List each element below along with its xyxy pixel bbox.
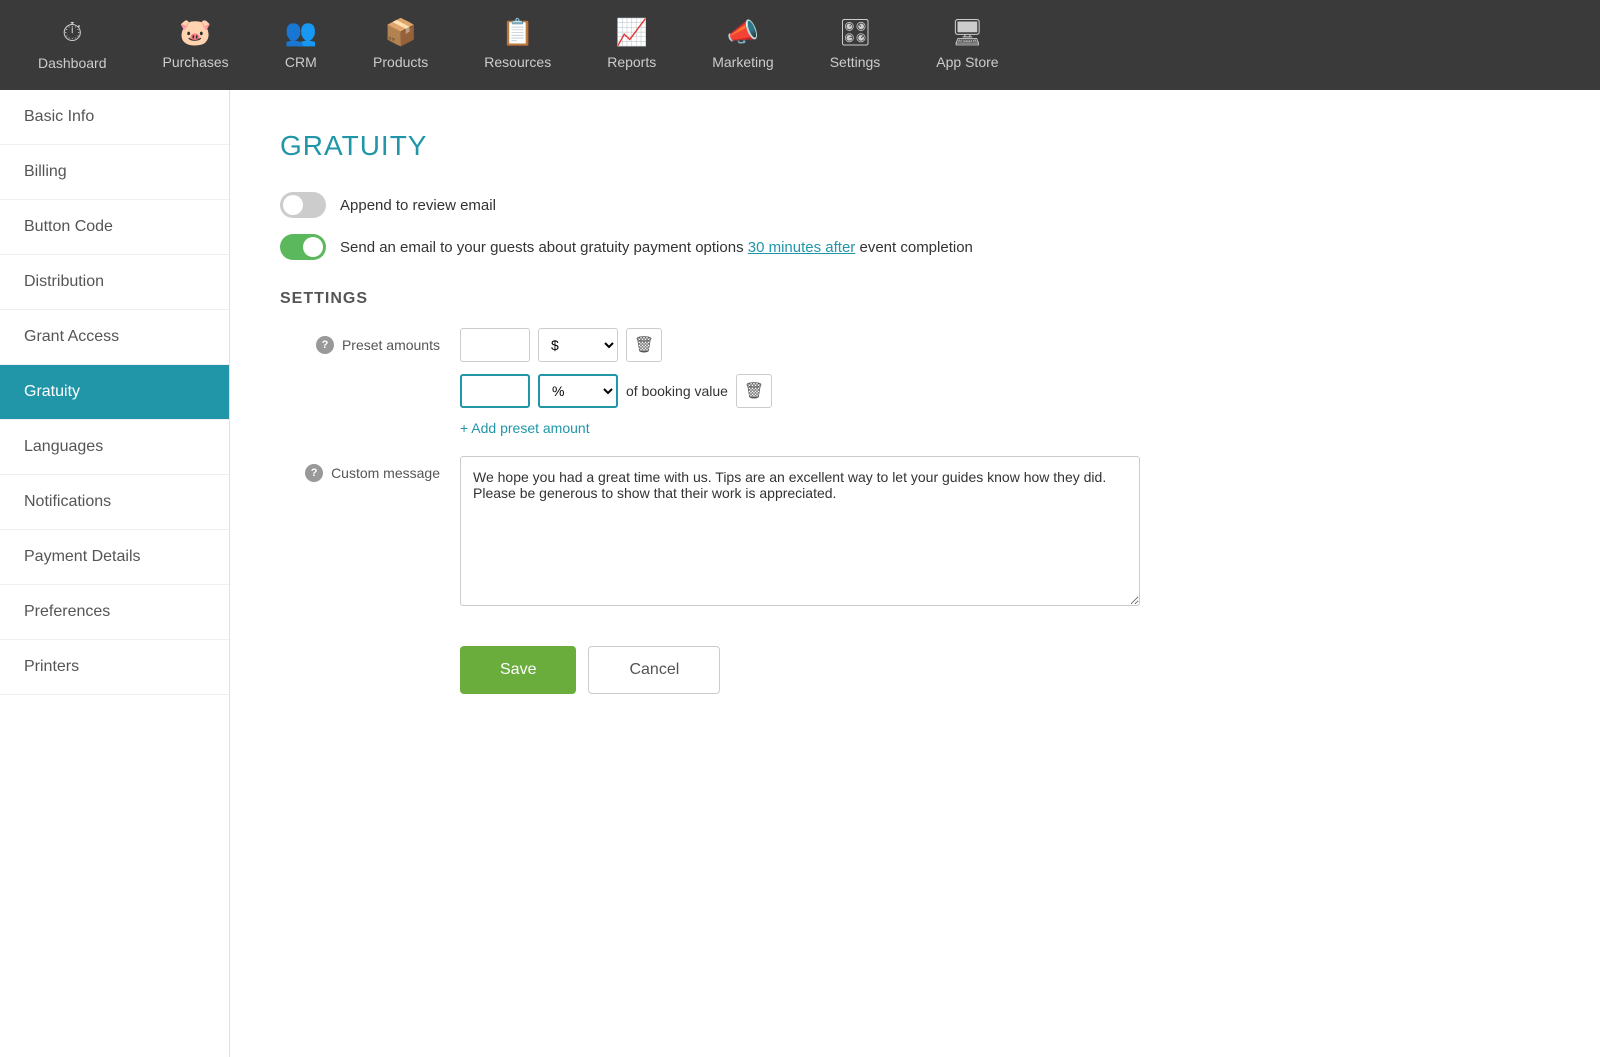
nav-label-appstore: App Store	[936, 54, 998, 70]
nav-label-crm: CRM	[285, 54, 317, 70]
nav-item-resources[interactable]: 📋 Resources	[456, 0, 579, 90]
nav-item-appstore[interactable]: 🖥 App Store	[908, 0, 1026, 90]
append-review-slider	[280, 192, 326, 218]
custom-message-textarea[interactable]	[460, 456, 1140, 606]
gratuity-label-before: Send an email to your guests about gratu…	[340, 239, 748, 256]
nav-item-dashboard[interactable]: ⏱ Dashboard	[10, 0, 135, 90]
nav-icon-settings: 🎛	[838, 17, 871, 48]
preset-row-1: $ % 🗑	[460, 328, 772, 362]
nav-label-dashboard: Dashboard	[38, 55, 107, 71]
gratuity-email-toggle[interactable]	[280, 234, 326, 260]
preset-row-2: $ % of booking value 🗑	[460, 374, 772, 408]
preset-select-1[interactable]: $ %	[538, 328, 618, 362]
nav-label-products: Products	[373, 54, 428, 70]
nav-icon-resources: 📋	[502, 17, 534, 48]
gratuity-label-after: event completion	[859, 239, 972, 256]
nav-icon-reports: 📈	[616, 17, 648, 48]
sidebar-item-distribution[interactable]: Distribution	[0, 255, 229, 310]
toggle-row-1: Append to review email	[280, 192, 1550, 218]
nav-item-products[interactable]: 📦 Products	[345, 0, 456, 90]
sidebar-item-billing[interactable]: Billing	[0, 145, 229, 200]
sidebar-item-preferences[interactable]: Preferences	[0, 585, 229, 640]
custom-message-help-icon[interactable]: ?	[305, 464, 323, 482]
add-preset-link[interactable]: + Add preset amount	[460, 420, 772, 436]
settings-title: SETTINGS	[280, 290, 1550, 308]
of-booking-label: of booking value	[626, 383, 728, 399]
preset-amounts-row: ? Preset amounts $ % 🗑 $	[280, 328, 1550, 436]
preset-select-2[interactable]: $ %	[538, 374, 618, 408]
nav-icon-purchases: 🐷	[179, 17, 211, 48]
sidebar-item-printers[interactable]: Printers	[0, 640, 229, 695]
main-layout: Basic InfoBillingButton CodeDistribution…	[0, 90, 1600, 1057]
nav-label-settings: Settings	[830, 54, 881, 70]
nav-item-purchases[interactable]: 🐷 Purchases	[135, 0, 257, 90]
preset-label-col: ? Preset amounts	[280, 328, 440, 354]
gratuity-email-slider	[280, 234, 326, 260]
save-button[interactable]: Save	[460, 646, 576, 694]
append-review-label: Append to review email	[340, 197, 496, 214]
nav-label-resources: Resources	[484, 54, 551, 70]
custom-message-label-col: ? Custom message	[280, 456, 440, 482]
nav-item-reports[interactable]: 📈 Reports	[579, 0, 684, 90]
nav-label-reports: Reports	[607, 54, 656, 70]
append-review-toggle[interactable]	[280, 192, 326, 218]
nav-icon-dashboard: ⏱	[62, 17, 82, 49]
sidebar-item-gratuity[interactable]: Gratuity	[0, 365, 229, 420]
sidebar-item-button-code[interactable]: Button Code	[0, 200, 229, 255]
custom-message-row: ? Custom message	[280, 456, 1550, 606]
sidebar-item-payment-details[interactable]: Payment Details	[0, 530, 229, 585]
top-nav: ⏱ Dashboard 🐷 Purchases 👥 CRM 📦 Products 📋 Resour…	[0, 0, 1600, 90]
buttons-row: Save Cancel	[460, 646, 1550, 694]
nav-icon-products: 📦	[384, 17, 416, 48]
nav-item-crm[interactable]: 👥 CRM	[257, 0, 345, 90]
sidebar: Basic InfoBillingButton CodeDistribution…	[0, 90, 230, 1057]
nav-label-purchases: Purchases	[163, 54, 229, 70]
cancel-button[interactable]: Cancel	[588, 646, 720, 694]
time-link[interactable]: 30 minutes after	[748, 239, 856, 256]
delete-preset-1-button[interactable]: 🗑	[626, 328, 662, 362]
main-content: GRATUITY Append to review email Send an …	[230, 90, 1600, 1057]
page-title: GRATUITY	[280, 130, 1550, 162]
delete-preset-2-button[interactable]: 🗑	[736, 374, 772, 408]
preset-input-1[interactable]	[460, 328, 530, 362]
preset-amounts-label: Preset amounts	[342, 337, 440, 353]
nav-item-settings[interactable]: 🎛 Settings	[802, 0, 909, 90]
gratuity-email-label: Send an email to your guests about gratu…	[340, 239, 973, 256]
nav-icon-marketing: 📣	[727, 17, 759, 48]
preset-input-2[interactable]	[460, 374, 530, 408]
nav-icon-crm: 👥	[285, 17, 317, 48]
custom-message-label: Custom message	[331, 465, 440, 481]
sidebar-item-grant-access[interactable]: Grant Access	[0, 310, 229, 365]
sidebar-item-languages[interactable]: Languages	[0, 420, 229, 475]
sidebar-item-notifications[interactable]: Notifications	[0, 475, 229, 530]
toggle-row-2: Send an email to your guests about gratu…	[280, 234, 1550, 260]
nav-label-marketing: Marketing	[712, 54, 773, 70]
nav-icon-appstore: 🖥	[951, 17, 984, 48]
nav-item-marketing[interactable]: 📣 Marketing	[684, 0, 801, 90]
preset-amounts-inputs: $ % 🗑 $ % of booking value 🗑 + Add	[460, 328, 772, 436]
sidebar-item-basic-info[interactable]: Basic Info	[0, 90, 229, 145]
preset-help-icon[interactable]: ?	[316, 336, 334, 354]
